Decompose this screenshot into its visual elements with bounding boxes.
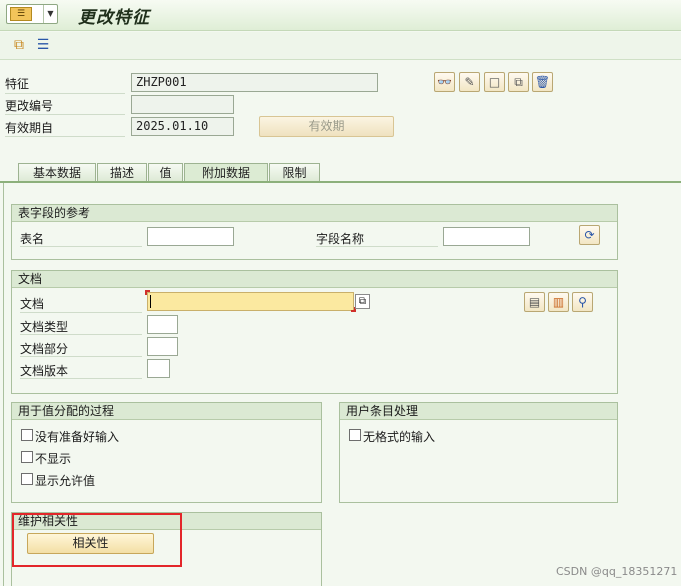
display-allowed-values-checkbox[interactable]: [21, 473, 33, 485]
valid-from-field[interactable]: 2025.01.10: [131, 117, 234, 136]
menu-icon: ☰: [10, 7, 32, 21]
display-glasses-icon[interactable]: 👓: [434, 72, 455, 92]
document-type-input[interactable]: [147, 315, 178, 334]
change-number-field[interactable]: [131, 95, 234, 114]
not-displayed-checkbox[interactable]: [21, 451, 33, 463]
menu-dropdown-icon: ▼: [43, 5, 57, 23]
application-toolbar: [0, 32, 681, 60]
document-structure-icon[interactable]: ▥: [548, 292, 569, 312]
field-name-label: 字段名称: [316, 232, 365, 246]
display-allowed-values-label: 显示允许值: [35, 474, 96, 488]
tab-basic-data[interactable]: 基本数据: [18, 163, 96, 182]
unformatted-input-label: 无格式的输入: [363, 430, 436, 444]
label-divider: [20, 312, 142, 313]
label-divider: [316, 246, 438, 247]
label-divider: [20, 334, 142, 335]
table-name-label: 表名: [20, 232, 45, 246]
change-number-label: 更改编号: [5, 99, 54, 113]
focus-corner: [145, 290, 150, 295]
document-group: 文档: [11, 270, 618, 394]
document-part-input[interactable]: [147, 337, 178, 356]
characteristic-label: 特征: [5, 77, 30, 91]
document-label: 文档: [20, 297, 45, 311]
document-version-input[interactable]: [147, 359, 170, 378]
group-title: 用户条目处理: [340, 403, 617, 420]
not-displayed-label: 不显示: [35, 452, 72, 466]
label-divider: [20, 246, 142, 247]
edit-pencil-icon[interactable]: ✎: [459, 72, 480, 92]
label-divider: [5, 114, 125, 115]
entry-processing-group: 用户条目处理: [339, 402, 618, 503]
system-menu-button[interactable]: ☰ ▼: [6, 4, 58, 24]
tab-additional-data[interactable]: 附加数据: [184, 163, 268, 182]
characteristic-field[interactable]: ZHZP001: [131, 73, 378, 92]
group-title: 表字段的参考: [12, 205, 617, 222]
sort-list-icon[interactable]: ☰: [34, 36, 52, 54]
document-input[interactable]: [147, 292, 354, 311]
label-divider: [5, 93, 125, 94]
group-title: 用于值分配的过程: [12, 403, 321, 420]
copy-icon[interactable]: ⧉: [508, 72, 529, 92]
field-name-input[interactable]: [443, 227, 530, 246]
tab-restrictions[interactable]: 限制: [269, 163, 320, 182]
page-title: 更改特征: [78, 8, 150, 28]
document-part-label: 文档部分: [20, 342, 69, 356]
find-binoculars-icon[interactable]: ⚲: [572, 292, 593, 312]
document-display-icon[interactable]: ▤: [524, 292, 545, 312]
validity-button[interactable]: 有效期: [259, 116, 394, 137]
document-type-label: 文档类型: [20, 320, 69, 334]
label-divider: [5, 136, 125, 137]
unformatted-input-checkbox[interactable]: [349, 429, 361, 441]
label-divider: [20, 378, 142, 379]
not-ready-checkbox[interactable]: [21, 429, 33, 441]
watermark: CSDN @qq_18351271: [556, 565, 678, 578]
document-version-label: 文档版本: [20, 364, 69, 378]
valid-from-label: 有效期自: [5, 121, 54, 135]
refresh-icon[interactable]: ⟳: [579, 225, 600, 245]
table-name-input[interactable]: [147, 227, 234, 246]
other-object-icon[interactable]: ⧉: [10, 36, 28, 54]
create-icon[interactable]: □: [484, 72, 505, 92]
tab-description[interactable]: 描述: [97, 163, 147, 182]
annotation-highlight-box: [12, 513, 182, 567]
label-divider: [20, 356, 142, 357]
tab-values[interactable]: 值: [148, 163, 183, 182]
text-cursor: [150, 295, 151, 308]
delete-trash-icon[interactable]: 🗑: [532, 72, 553, 92]
not-ready-label: 没有准备好输入: [35, 430, 120, 444]
group-title: 文档: [12, 271, 617, 288]
value-help-icon[interactable]: ⧉: [355, 294, 370, 309]
